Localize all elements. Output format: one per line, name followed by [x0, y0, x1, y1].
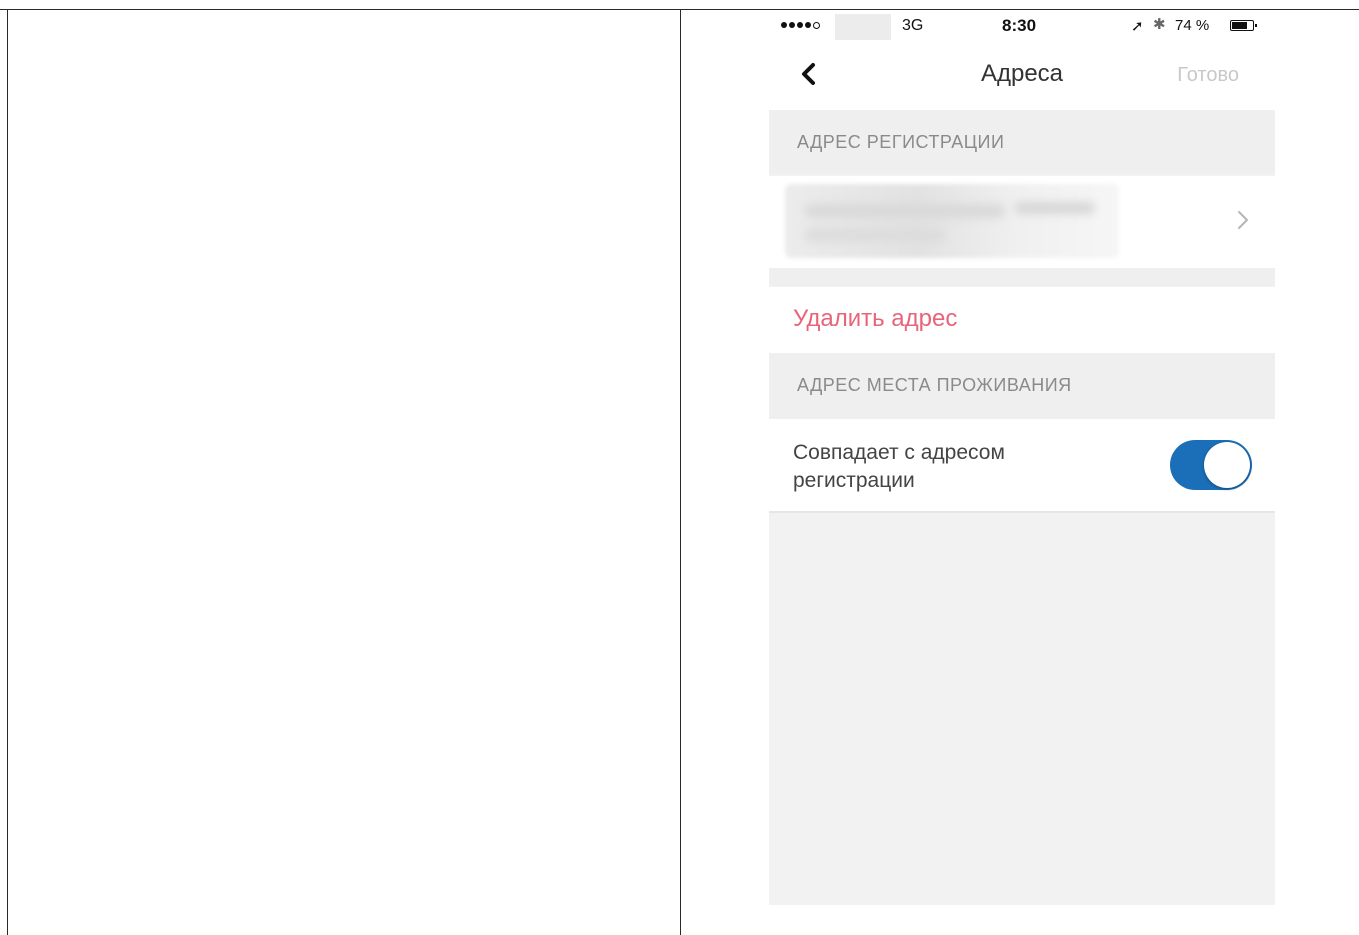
chevron-right-icon	[1238, 211, 1248, 229]
same-address-label: Совпадает с адресом регистрации	[793, 441, 1005, 492]
navigation-bar: Адреса Готово	[769, 42, 1275, 110]
address-text-redacted	[785, 184, 1119, 258]
frame-divider	[680, 9, 681, 935]
signal-strength-icon	[781, 20, 820, 30]
battery-percentage: 74 %	[1175, 17, 1210, 34]
delete-address-button[interactable]: Удалить адрес	[769, 287, 1275, 353]
status-time: 8:30	[1002, 16, 1037, 35]
section-spacer	[769, 268, 1275, 286]
residence-section-header: АДРЕС МЕСТА ПРОЖИВАНИЯ	[769, 353, 1275, 419]
same-address-row: Совпадает с адресом регистрации	[769, 419, 1275, 511]
frame-left-border	[7, 9, 8, 935]
phone-screen: 3G 8:30 ➚ ✱ 74 % Адреса Готово АДРЕС РЕГ…	[769, 10, 1275, 905]
delete-address-label: Удалить адрес	[793, 305, 958, 332]
section-header-label: АДРЕС РЕГИСТРАЦИИ	[797, 132, 1005, 152]
toggle-knob	[1204, 442, 1250, 488]
registration-section-header: АДРЕС РЕГИСТРАЦИИ	[769, 110, 1275, 174]
location-arrow-icon: ➚	[1131, 18, 1144, 35]
registration-address-row[interactable]	[769, 176, 1275, 268]
row-divider	[769, 511, 1275, 513]
carrier-name-redacted	[835, 14, 891, 40]
status-bar: 3G 8:30 ➚ ✱ 74 %	[769, 10, 1275, 42]
bluetooth-icon: ✱	[1153, 16, 1166, 33]
same-address-toggle[interactable]	[1170, 440, 1252, 490]
battery-icon	[1230, 20, 1257, 31]
network-type: 3G	[902, 17, 924, 34]
done-button[interactable]: Готово	[1177, 64, 1239, 87]
section-header-label: АДРЕС МЕСТА ПРОЖИВАНИЯ	[797, 375, 1072, 395]
